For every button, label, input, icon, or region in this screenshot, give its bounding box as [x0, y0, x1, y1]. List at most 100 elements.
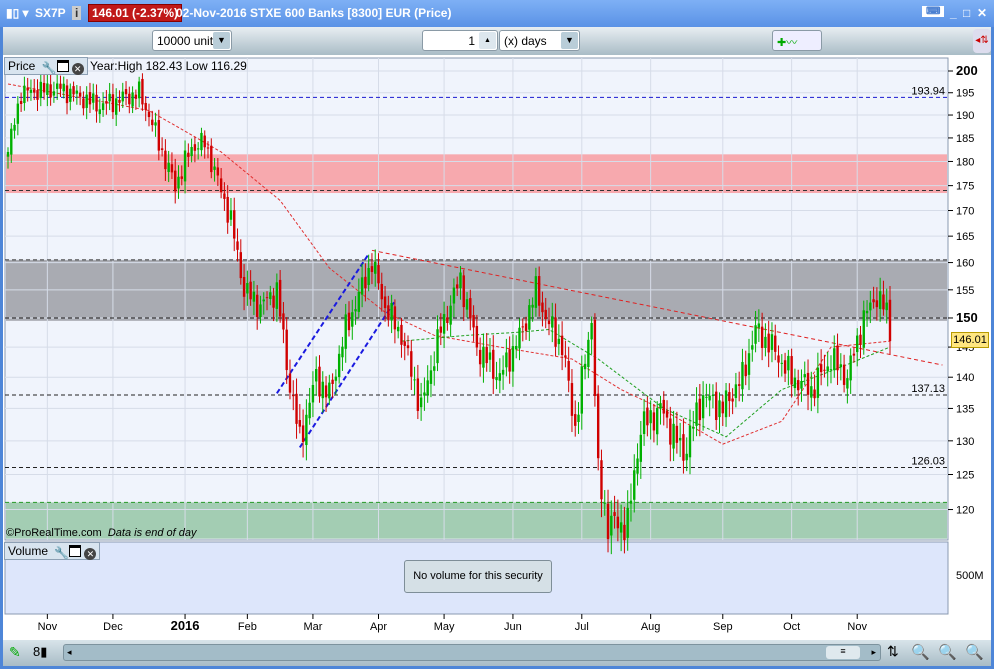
chevron-down-icon[interactable]: ▼ — [561, 32, 578, 49]
keyboard-icon[interactable]: ⌨ — [922, 6, 945, 17]
period-value: 1 — [468, 34, 475, 48]
maximize-button[interactable]: □ — [963, 6, 970, 20]
candle-body — [698, 398, 702, 421]
candle-body — [295, 393, 298, 424]
candle-body — [170, 164, 174, 173]
close-button[interactable]: ✕ — [977, 6, 987, 20]
candle-settings-icon[interactable]: ⇅ — [887, 643, 899, 660]
candle-body — [259, 304, 262, 318]
candle-body — [426, 380, 429, 395]
candle-body — [164, 150, 167, 170]
zoom-fit-icon[interactable]: 🔍 — [911, 643, 930, 661]
candle-body — [613, 512, 616, 516]
candle-body — [551, 316, 554, 328]
zoom-in-icon[interactable]: 🔍 — [965, 643, 984, 661]
info-icon[interactable]: i — [72, 6, 82, 20]
horizontal-scrollbar[interactable]: ◂ ≡ ▸ — [63, 644, 881, 661]
minimize-button[interactable]: _ — [950, 6, 957, 20]
side-panel-toggle-icon[interactable]: ◂⇅ — [973, 29, 991, 53]
candle-body — [26, 87, 29, 91]
candle-body — [603, 502, 606, 504]
candle-body — [288, 373, 292, 393]
candle-body — [508, 349, 511, 372]
candle-body — [626, 507, 629, 538]
candle-body — [396, 326, 400, 332]
scroll-right-icon[interactable]: ▸ — [871, 647, 876, 658]
candle-body — [233, 210, 236, 239]
bottom-toolbar: ✎ 8▮ ◂ ≡ ▸ ⇅ 🔍 🔍 🔍 — [3, 640, 991, 666]
scroll-left-icon[interactable]: ◂ — [67, 647, 72, 658]
candle-body — [380, 283, 383, 300]
level-label: 193.94 — [911, 85, 945, 97]
chart-area[interactable]: 200 195 190 185 180 175 170 165 160 155 150 145 140 1… — [3, 55, 991, 640]
candle-body — [721, 401, 724, 414]
candle-body — [754, 325, 757, 344]
close-pane-icon[interactable]: ✕ — [71, 63, 84, 75]
candle-body — [216, 167, 220, 176]
candle-body — [298, 420, 302, 427]
stepper-arrows-icon[interactable]: ▲ — [479, 32, 496, 49]
candle-body — [200, 132, 203, 151]
draw-tools-icon[interactable]: ✎ — [9, 644, 21, 661]
x-tick-label: Dec — [103, 621, 123, 633]
candle-body — [364, 276, 367, 289]
candle-body — [865, 310, 869, 314]
close-pane-icon[interactable]: ✕ — [84, 548, 97, 560]
candle-body — [790, 356, 793, 385]
period-stepper[interactable]: 1 ▲ — [422, 30, 498, 51]
candle-body — [193, 144, 197, 151]
candle-body — [72, 86, 75, 95]
y-tick-label: 140 — [956, 372, 974, 384]
symbol[interactable]: SX7P — [35, 6, 66, 20]
candle-body — [485, 346, 488, 364]
chevron-down-icon[interactable]: ▼ — [213, 32, 230, 49]
candle-body — [557, 338, 561, 345]
wrench-icon[interactable]: 🔧 — [42, 61, 57, 75]
zoom-out-icon[interactable]: 🔍 — [938, 643, 957, 661]
scroll-thumb[interactable]: ≡ — [826, 646, 860, 659]
chart-type-icon[interactable]: 8▮ — [33, 644, 47, 660]
candle-body — [751, 345, 754, 350]
window-icon[interactable] — [69, 545, 82, 557]
candle-body — [764, 336, 767, 348]
candle-body — [701, 395, 705, 419]
candle-body — [649, 410, 652, 424]
candle-body — [462, 275, 465, 308]
candle-body — [160, 148, 164, 150]
candle-body — [131, 92, 134, 107]
candle-body — [13, 124, 16, 131]
candle-body — [387, 305, 390, 320]
candle-body — [511, 346, 515, 372]
units-select[interactable]: 10000 units ▼ — [152, 30, 232, 51]
candle-body — [737, 384, 741, 386]
candle-body — [111, 94, 115, 113]
candle-body — [10, 128, 13, 155]
candle-body — [429, 370, 433, 384]
wrench-icon[interactable]: 🔧 — [54, 546, 69, 560]
period-unit-select[interactable]: (x) days ▼ — [499, 30, 580, 51]
no-volume-message: No volume for this security — [404, 560, 552, 593]
candle-body — [98, 109, 102, 115]
candle-body — [675, 425, 679, 443]
candle-body — [619, 522, 623, 533]
candle-body — [646, 407, 649, 426]
candle-body — [285, 329, 288, 371]
candlestick-icon[interactable]: ▮▯ ▾ — [6, 6, 29, 20]
candle-body — [528, 305, 531, 330]
candle-body — [452, 287, 456, 304]
candle-body — [495, 377, 498, 381]
price-chart[interactable]: 2001951901851801751701651601551501451401… — [3, 55, 991, 640]
candle-body — [137, 81, 141, 99]
candle-body — [393, 306, 397, 330]
add-indicator-button[interactable]: ✚〰 — [772, 30, 822, 51]
candle-body — [478, 349, 482, 365]
candle-body — [210, 145, 213, 173]
candle-body — [472, 315, 475, 328]
candle-body — [390, 303, 393, 321]
candle-body — [59, 83, 62, 89]
candle-body — [55, 83, 59, 89]
window-icon[interactable] — [56, 60, 69, 72]
candle-body — [151, 119, 154, 126]
candle-body — [570, 383, 574, 416]
candle-body — [246, 282, 249, 294]
